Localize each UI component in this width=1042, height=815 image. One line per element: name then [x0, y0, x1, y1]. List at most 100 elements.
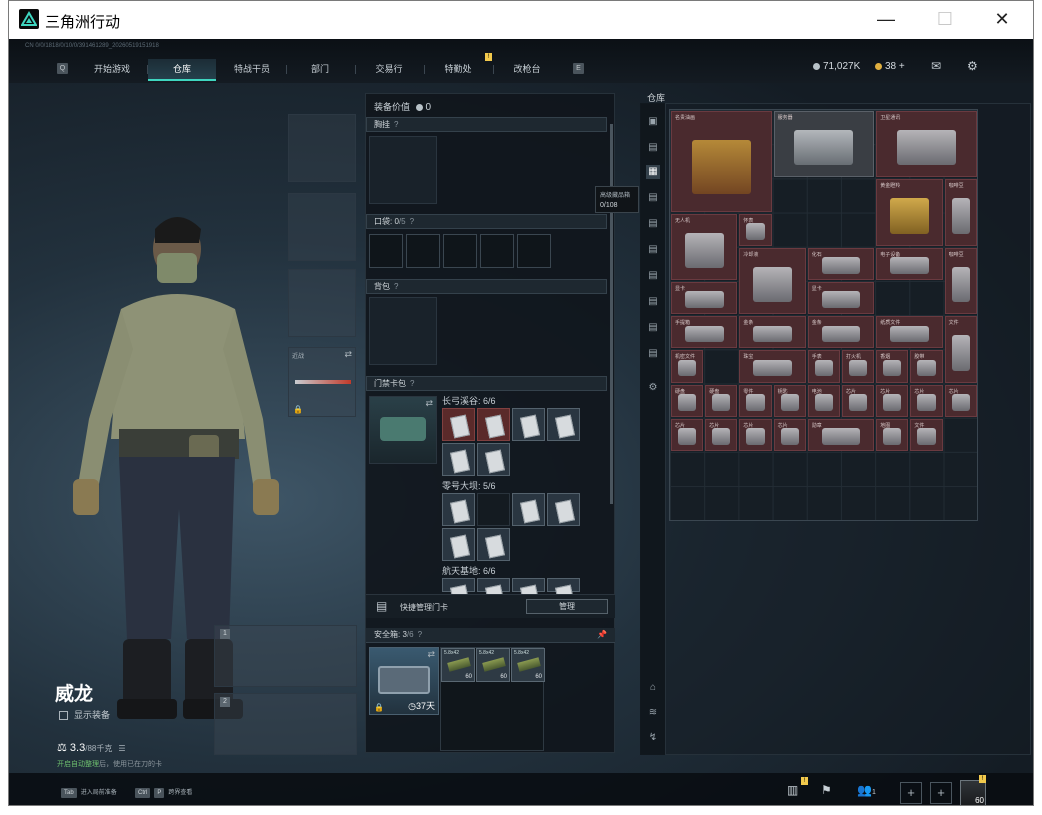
empty-keycard-slot[interactable] [477, 493, 510, 526]
storage-grid[interactable]: 名贵油画 服务器 卫星通讯 无人机 怀表 冷却液 化石 显卡 显卡 电子设备 黄金瞪羚 咖啡豆 咖啡豆金… [669, 109, 978, 521]
dismantle-icon[interactable]: ⌂ [646, 681, 660, 695]
storage-item[interactable]: 硬盘 [671, 384, 704, 417]
storage-item[interactable]: 黄金瞪羚 [876, 179, 943, 246]
storage-item[interactable]: 卫星通讯 [876, 111, 977, 178]
hafbucks-display[interactable]: 71,027K [813, 61, 860, 72]
tab-special-ops[interactable]: 特勤处 [425, 59, 491, 81]
pocket-cell[interactable] [480, 234, 514, 268]
manage-button[interactable]: 管理 [526, 599, 608, 614]
tab-gunsmith[interactable]: 改枪台 [494, 59, 560, 81]
storage-item[interactable]: 芯片 [842, 384, 875, 417]
storage-item[interactable]: 电子设备 [876, 247, 943, 280]
keycard[interactable] [442, 443, 475, 476]
keycard[interactable] [512, 408, 545, 441]
add-party-button[interactable]: + [900, 782, 922, 804]
storage-item[interactable]: 胶带 [910, 350, 943, 383]
keycard[interactable] [547, 408, 580, 441]
storage-item[interactable]: 珠宝 [739, 350, 806, 383]
storage-tab-icon[interactable]: ▤ [646, 321, 660, 335]
melee-slot[interactable]: 近战 ⇄ 🔒 [288, 347, 356, 417]
keycard[interactable] [477, 408, 510, 441]
keycard[interactable] [442, 408, 475, 441]
storage-item[interactable]: 化石 [807, 247, 875, 280]
storage-item[interactable]: 名贵油画 [671, 111, 772, 212]
keycard[interactable] [442, 528, 475, 561]
storage-item[interactable]: 文件 [944, 316, 977, 383]
keycard-case-slot[interactable]: ⇄ [369, 396, 437, 464]
coupon-display[interactable]: 38 + [875, 61, 905, 72]
sort-icon[interactable]: ↯ [646, 731, 660, 745]
storage-item[interactable]: 地图 [876, 418, 909, 451]
storage-settings-icon[interactable]: ⚙ [646, 381, 660, 395]
safe-box-slot[interactable]: ⇄ 🔒 ◷37天 [369, 647, 439, 715]
tab-start-game[interactable]: 开始游戏 [81, 59, 143, 81]
collection-box-tab-icon[interactable]: ▦ [646, 165, 660, 179]
keycard[interactable] [547, 578, 580, 592]
maximize-button[interactable]: ☐ [915, 1, 975, 39]
secondary-weapon-slot[interactable]: 2 [214, 693, 357, 755]
pocket-cell[interactable] [443, 234, 477, 268]
storage-item[interactable]: 咖啡豆 [944, 247, 977, 315]
storage-item[interactable]: 香烟 [876, 350, 909, 383]
storage-item[interactable]: 芯片 [773, 418, 806, 451]
pocket-cell[interactable] [406, 234, 440, 268]
keycard[interactable] [477, 528, 510, 561]
storage-item[interactable]: 硬盘 [705, 384, 738, 417]
storage-item[interactable]: 金条 [739, 316, 806, 349]
help-icon[interactable]: ? [394, 120, 398, 129]
storage-tab-icon[interactable]: ▤ [646, 295, 660, 309]
close-button[interactable]: ✕ [972, 1, 1032, 39]
storage-tab-icon[interactable]: ▤ [646, 347, 660, 361]
friends-icon[interactable]: 👥1 [857, 783, 876, 797]
storage-item[interactable]: 显卡 [807, 282, 875, 315]
storage-item[interactable]: 无人机 [671, 213, 738, 280]
keycard[interactable] [442, 493, 475, 526]
storage-item[interactable]: 咖啡豆 [944, 179, 977, 246]
pistol-slot[interactable] [288, 269, 356, 337]
pocket-cell[interactable] [517, 234, 551, 268]
help-icon[interactable]: ? [410, 379, 414, 388]
keycard[interactable] [477, 578, 510, 592]
ammo-item[interactable]: 5.8x42 60 [441, 648, 475, 682]
tab-department[interactable]: 部门 [287, 59, 353, 81]
layers-icon[interactable]: ≋ [646, 706, 660, 720]
keycard[interactable] [512, 493, 545, 526]
add-party-button[interactable]: + [930, 782, 952, 804]
ammo-item[interactable]: 5.8x42 60 [511, 648, 545, 682]
coupon-add[interactable]: + [899, 61, 905, 72]
keycard[interactable] [547, 493, 580, 526]
keycard[interactable] [442, 578, 475, 592]
armor-slot[interactable] [288, 193, 356, 261]
minimize-button[interactable]: — [856, 1, 916, 39]
equipment-scrollbar[interactable] [610, 124, 613, 504]
storage-tab-icon[interactable]: ▣ [646, 115, 660, 129]
title-bar[interactable]: 三角洲行动 — ☐ ✕ [9, 1, 1033, 39]
helmet-slot[interactable] [288, 114, 356, 182]
keycard[interactable] [477, 443, 510, 476]
storage-item[interactable]: 文件 [910, 418, 943, 451]
flag-icon[interactable]: ⚑ [821, 783, 832, 797]
primary-weapon-slot[interactable]: 1 [214, 625, 357, 687]
show-gear-checkbox[interactable] [59, 711, 68, 721]
storage-item[interactable]: 芯片 [739, 418, 772, 451]
swap-icon[interactable]: ⇄ [427, 649, 435, 660]
prep-hint[interactable]: Tab 进入局前准备 [61, 787, 117, 798]
player-avatar[interactable]: 60 [960, 780, 986, 805]
storage-item[interactable]: 手表 [807, 350, 840, 383]
storage-item[interactable]: 纸质文件 [876, 316, 943, 349]
show-gear-toggle[interactable]: 显示装备 [59, 708, 110, 721]
storage-tab-icon[interactable]: ▤ [646, 269, 660, 283]
safe-box-grid[interactable]: 5.8x42 60 5.8x42 60 5.8x42 60 [440, 647, 545, 751]
chest-rig-slot[interactable] [369, 136, 437, 204]
settings-gear-icon[interactable]: ⚙ [967, 59, 978, 73]
storage-item[interactable]: 怀表 [739, 213, 772, 246]
stats-icon[interactable]: ▥ [787, 783, 798, 797]
help-icon[interactable]: ? [418, 630, 422, 639]
swap-icon[interactable]: ⇄ [344, 349, 352, 360]
swap-icon[interactable]: ⇄ [425, 398, 433, 409]
mail-icon[interactable]: ✉ [931, 59, 941, 73]
help-icon[interactable]: ? [394, 282, 398, 291]
tab-warehouse[interactable]: 仓库 [148, 59, 216, 81]
help-icon[interactable]: ? [410, 217, 414, 226]
storage-tab-icon[interactable]: ▤ [646, 141, 660, 155]
